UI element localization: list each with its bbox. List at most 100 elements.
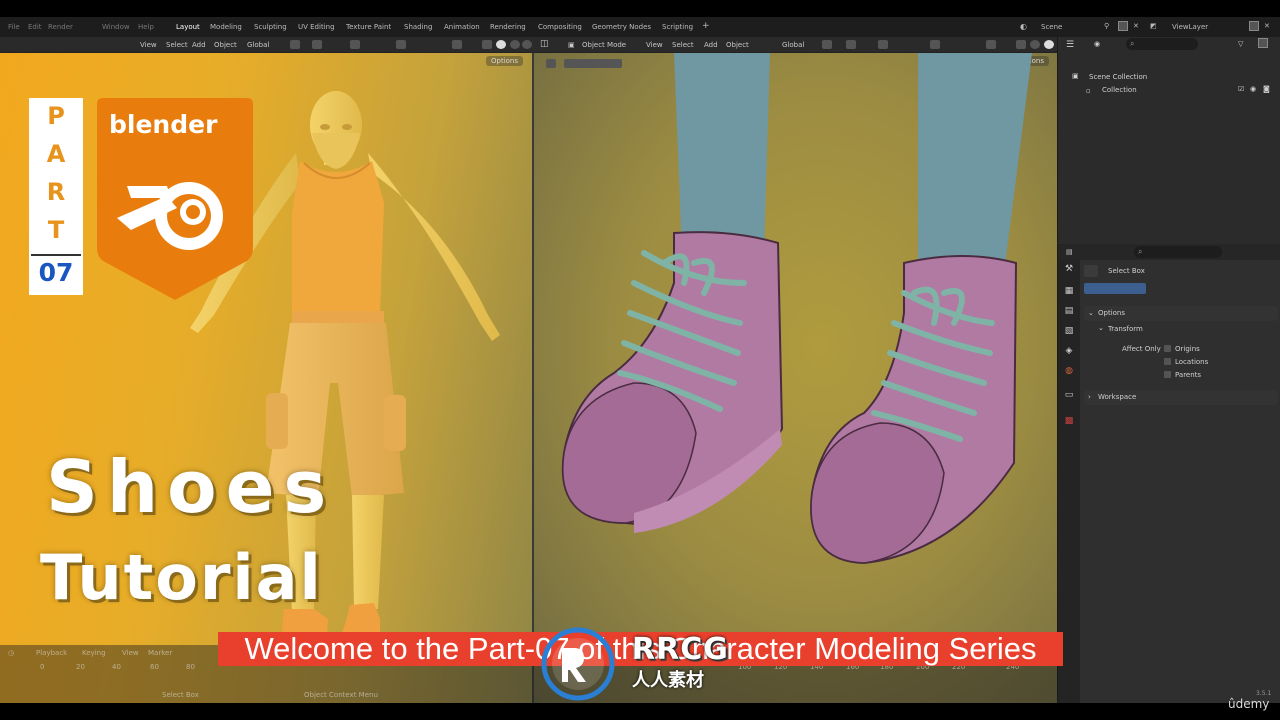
scene-field[interactable]: Scene (1041, 23, 1062, 31)
menu-render[interactable]: Render (48, 23, 73, 31)
xray-icon[interactable] (482, 40, 492, 49)
part-divider (31, 254, 81, 256)
right-xray-icon[interactable] (1016, 40, 1026, 49)
timeline-editor-icon[interactable]: ◷ (8, 649, 14, 657)
snap-icon[interactable] (312, 40, 322, 49)
locations-checkbox[interactable] (1164, 358, 1171, 365)
add-workspace-icon[interactable]: + (702, 21, 710, 31)
tab-sculpting[interactable]: Sculpting (254, 23, 287, 31)
timeline-marker[interactable]: Marker (148, 649, 172, 657)
display-mode-icon[interactable]: ◉ (1094, 40, 1100, 48)
visibility-eye-icon[interactable]: ◉ (1250, 85, 1256, 93)
right-menu-object[interactable]: Object (726, 41, 749, 49)
right-menu-view[interactable]: View (646, 41, 663, 49)
properties-search-input[interactable] (1134, 246, 1222, 258)
overlay-icon[interactable] (452, 40, 462, 49)
tab-view-layer-icon[interactable]: ▧ (1059, 326, 1079, 342)
origins-label: Origins (1175, 345, 1200, 353)
select-box-tool-icon[interactable] (1084, 265, 1098, 277)
tab-rendering[interactable]: Rendering (490, 23, 526, 31)
workspace-section-label: Workspace (1098, 393, 1137, 401)
tab-scripting[interactable]: Scripting (662, 23, 693, 31)
right-menu-select[interactable]: Select (672, 41, 694, 49)
properties-editor-icon[interactable]: ▤ (1066, 248, 1073, 256)
menu-file[interactable]: File (8, 23, 20, 31)
menu-edit[interactable]: Edit (28, 23, 42, 31)
tab-scene-icon[interactable]: ◈ (1059, 346, 1079, 362)
left-menu-select[interactable]: Select (166, 41, 188, 49)
select-mode-buttons[interactable] (1084, 283, 1146, 294)
outliner-search-input[interactable] (1126, 38, 1198, 50)
proportional-icon[interactable] (350, 40, 360, 49)
new-view-layer-icon[interactable] (1249, 21, 1259, 31)
part-letter-p: P (47, 102, 65, 130)
tab-render-icon[interactable]: ▦ (1059, 286, 1079, 302)
origins-checkbox[interactable] (1164, 345, 1171, 352)
filter-icon[interactable]: ▽ (1238, 40, 1243, 48)
tab-geometry-nodes[interactable]: Geometry Nodes (592, 23, 651, 31)
letterbox-top (0, 0, 1280, 17)
tab-uv-editing[interactable]: UV Editing (298, 23, 335, 31)
shoes-model (561, 53, 1032, 565)
tab-modeling[interactable]: Modeling (210, 23, 242, 31)
timeline-keying[interactable]: Keying (82, 649, 106, 657)
right-snap-icon[interactable] (846, 40, 856, 49)
right-shading-solid-icon[interactable] (1044, 40, 1054, 49)
watermark-subtext: 人人素材 (632, 670, 704, 691)
thumbnail-title-1: Shoes (46, 445, 336, 529)
tab-texture-paint[interactable]: Texture Paint (346, 23, 391, 31)
view-layer-field[interactable]: ViewLayer (1172, 23, 1208, 31)
frame-tick: 80 (186, 663, 195, 671)
timeline-playback[interactable]: Playback (36, 649, 67, 657)
left-transform-orientation[interactable]: Global (247, 41, 269, 49)
tab-compositing[interactable]: Compositing (538, 23, 582, 31)
tab-texture-icon[interactable]: ▩ (1059, 416, 1079, 432)
left-viewport[interactable]: Options P A R T 07 blender Shoes Tutoria… (0, 53, 532, 703)
right-shading-wire-icon[interactable] (1030, 40, 1040, 49)
editor-type-icon[interactable]: ◫ (540, 39, 549, 49)
tab-animation[interactable]: Animation (444, 23, 480, 31)
render-camera-icon[interactable]: ◙ (1263, 85, 1270, 93)
tab-output-icon[interactable]: ▤ (1059, 306, 1079, 322)
delete-view-layer-icon[interactable]: ✕ (1264, 22, 1270, 30)
mode-select[interactable]: Object Mode (582, 41, 626, 49)
collection-label[interactable]: Collection (1102, 86, 1137, 94)
left-viewport-header: View Select Add Object Global (0, 37, 532, 53)
right-menu-add[interactable]: Add (704, 41, 718, 49)
new-scene-icon[interactable] (1118, 21, 1128, 31)
right-transform-orientation[interactable]: Global (782, 41, 804, 49)
mode-icon: ▣ (568, 41, 575, 49)
parents-checkbox[interactable] (1164, 371, 1171, 378)
delete-scene-icon[interactable]: ✕ (1133, 22, 1139, 30)
outliner-editor-icon[interactable]: ☰ (1066, 40, 1074, 50)
timeline-view[interactable]: View (122, 649, 139, 657)
tab-tool-icon[interactable]: ⚒ (1059, 264, 1079, 280)
left-menu-view[interactable]: View (140, 41, 157, 49)
tab-shading[interactable]: Shading (404, 23, 432, 31)
outliner-search-icon: ⌕ (1130, 39, 1135, 48)
shading-solid-icon[interactable] (496, 40, 506, 49)
new-collection-icon[interactable] (1258, 38, 1268, 48)
collection-check-icon[interactable]: ☑ (1238, 85, 1244, 93)
gizmo-icon[interactable] (396, 40, 406, 49)
tab-world-icon[interactable]: ◍ (1059, 366, 1079, 382)
right-gizmo-icon[interactable] (930, 40, 940, 49)
menu-window[interactable]: Window (102, 23, 130, 31)
right-proportional-icon[interactable] (878, 40, 888, 49)
pivot-icon[interactable] (290, 40, 300, 49)
tab-layout[interactable]: Layout (176, 23, 200, 31)
right-pivot-icon[interactable] (822, 40, 832, 49)
transform-chevron-icon: ⌄ (1098, 324, 1104, 332)
left-menu-add[interactable]: Add (192, 41, 206, 49)
left-menu-object[interactable]: Object (214, 41, 237, 49)
active-tool-label: Select Box (1108, 267, 1145, 275)
menu-help[interactable]: Help (138, 23, 154, 31)
shading-material-icon[interactable] (510, 40, 520, 49)
pin-icon[interactable]: ⚲ (1104, 22, 1109, 30)
right-viewport[interactable]: Options (534, 53, 1057, 703)
shading-rendered-icon[interactable] (522, 40, 532, 49)
tab-collection-icon[interactable]: ▭ (1059, 390, 1079, 406)
scene-collection-label[interactable]: Scene Collection (1089, 73, 1147, 81)
frame-tick: 40 (112, 663, 121, 671)
right-overlay-icon[interactable] (986, 40, 996, 49)
